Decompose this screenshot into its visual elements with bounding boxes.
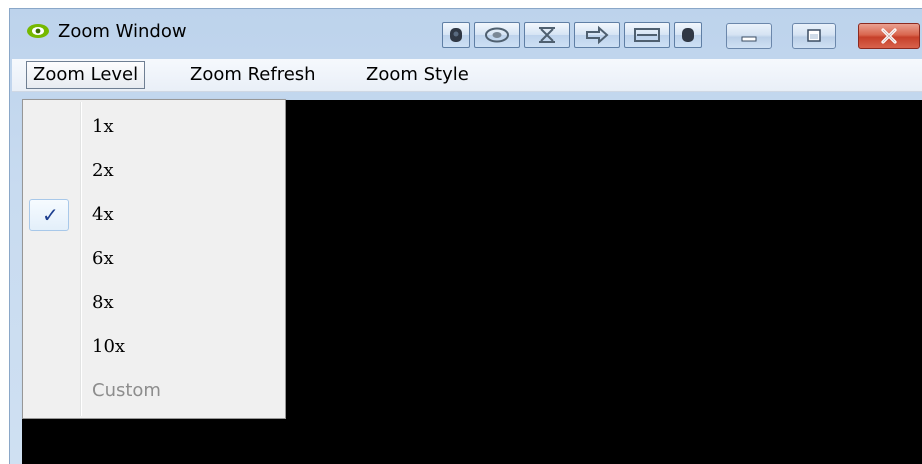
zoom-option-label: Custom <box>92 380 161 401</box>
menu-zoom-refresh[interactable]: Zoom Refresh <box>184 61 322 89</box>
hourglass-button[interactable] <box>524 22 570 48</box>
maximize-button[interactable] <box>792 23 836 49</box>
zoom-option-label: 2x <box>92 160 114 181</box>
minimize-button[interactable] <box>726 23 772 49</box>
menu-zoom-level[interactable]: Zoom Level <box>26 61 146 89</box>
camera-dark-button[interactable] <box>442 22 470 48</box>
nvidia-eye-icon <box>27 24 49 38</box>
maximize-icon <box>807 29 821 42</box>
arrow-right-icon <box>586 25 609 45</box>
menu-zoom-style[interactable]: Zoom Style <box>360 61 475 89</box>
close-icon <box>881 28 897 44</box>
arrow-right-button[interactable] <box>574 22 620 48</box>
zoom-option-label: 4x <box>92 204 114 225</box>
minimize-icon <box>741 36 757 42</box>
zoom-level-dropdown: 1x 2x ✓ 4x 6x 8x 10x Custom <box>22 99 286 419</box>
dot-dark-button[interactable] <box>674 22 702 48</box>
checkmark-icon: ✓ <box>42 203 59 227</box>
zoom-option-10x[interactable]: 10x <box>25 329 283 365</box>
zoom-option-8x[interactable]: 8x <box>25 285 283 321</box>
window-frame-icon <box>634 28 660 42</box>
nvidia-eye-icon <box>485 27 509 43</box>
camera-dark-icon <box>450 28 462 42</box>
zoom-option-6x[interactable]: 6x <box>25 241 283 277</box>
zoom-option-2x[interactable]: 2x <box>25 153 283 189</box>
nvidia-view-button[interactable] <box>474 22 520 48</box>
window-title: Zoom Window <box>58 21 187 42</box>
close-button[interactable] <box>858 23 920 49</box>
checked-indicator: ✓ <box>29 199 69 231</box>
zoom-option-label: 1x <box>92 116 114 137</box>
zoom-option-4x[interactable]: ✓ 4x <box>25 197 283 233</box>
zoom-option-custom: Custom <box>25 373 283 409</box>
zoom-option-1x[interactable]: 1x <box>25 109 283 145</box>
hourglass-icon <box>539 27 555 43</box>
zoom-option-label: 10x <box>92 336 126 357</box>
zoom-option-label: 8x <box>92 292 114 313</box>
dot-dark-icon <box>682 28 694 42</box>
window-frame-button[interactable] <box>624 22 670 48</box>
menu-bar: Zoom Level Zoom Refresh Zoom Style <box>12 59 922 92</box>
zoom-option-label: 6x <box>92 248 114 269</box>
